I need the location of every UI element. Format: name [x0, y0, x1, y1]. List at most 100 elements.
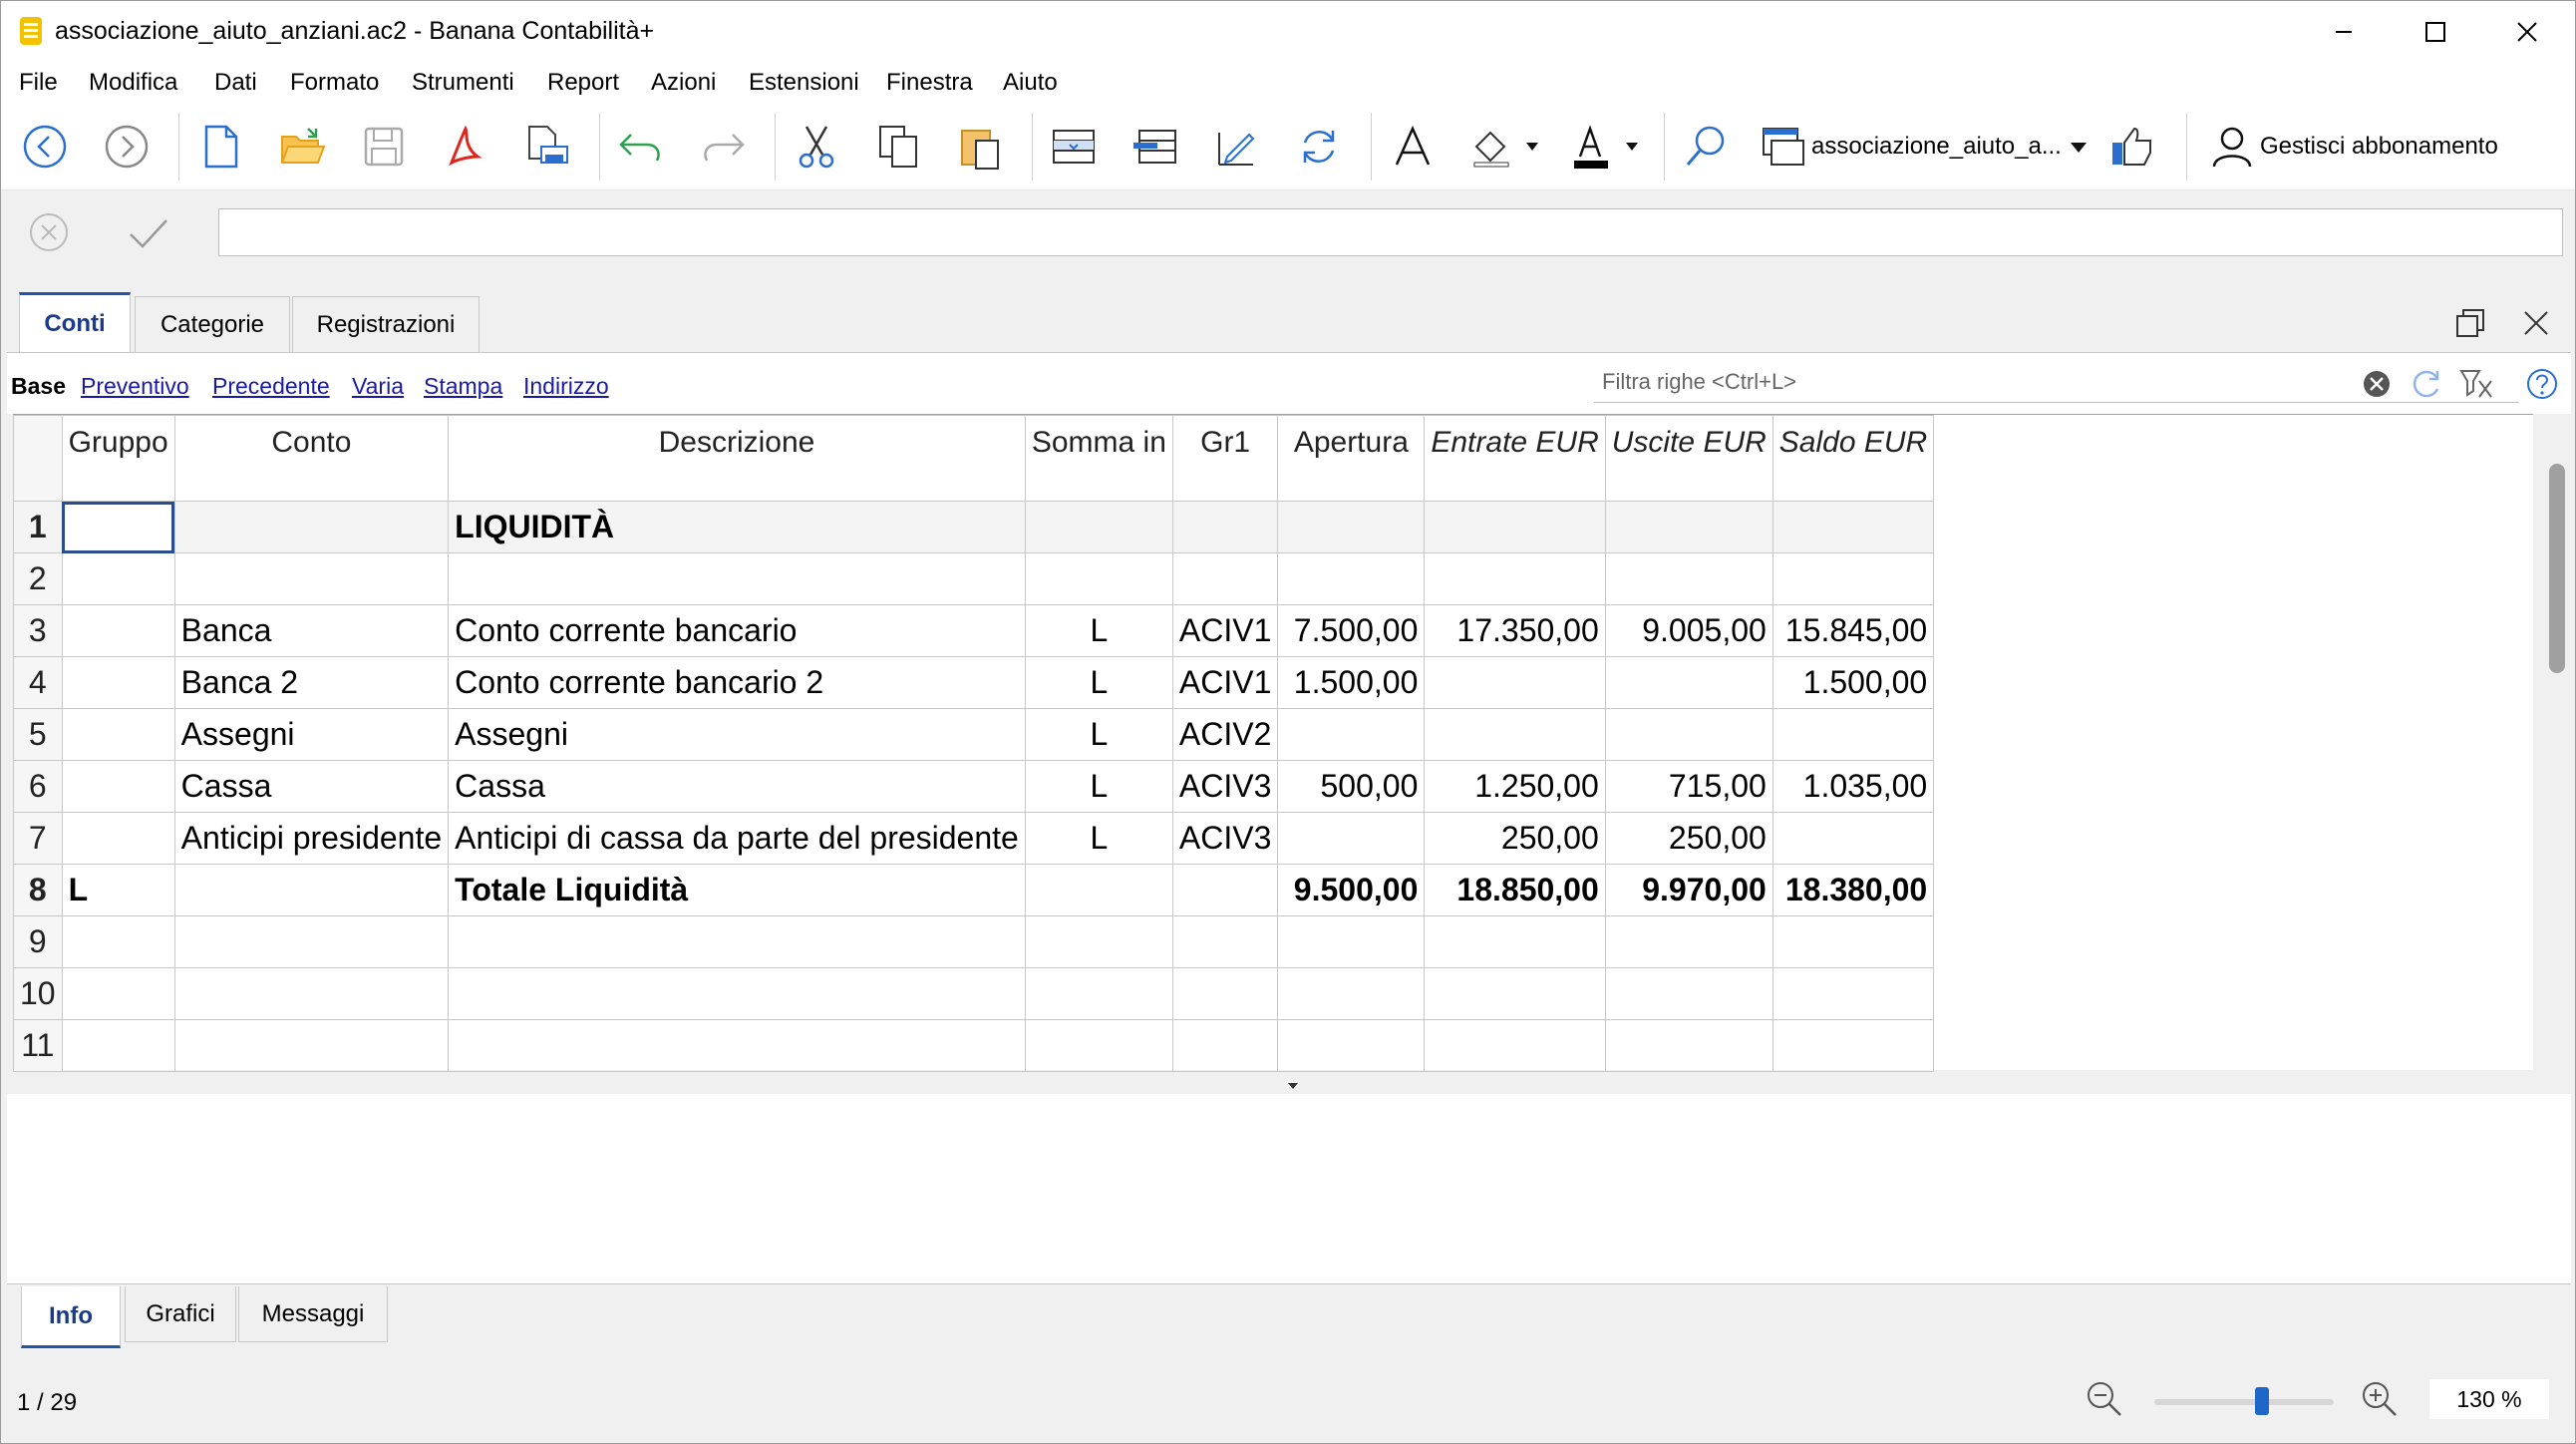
cell-somma-in[interactable]: L — [1024, 708, 1173, 761]
minimize-button[interactable] — [2298, 1, 2390, 63]
table-row[interactable]: 10 — [13, 967, 1935, 1020]
cell-uscite[interactable] — [1604, 656, 1773, 709]
cell-somma-in[interactable]: L — [1024, 812, 1173, 865]
cell-somma-in[interactable]: L — [1024, 760, 1173, 813]
cell-uscite[interactable] — [1604, 708, 1773, 761]
cell-gruppo[interactable] — [61, 708, 175, 761]
view-precedente[interactable]: Precedente — [212, 373, 330, 400]
export-pdf-button[interactable] — [436, 117, 495, 177]
cell-saldo[interactable]: 15.845,00 — [1771, 604, 1935, 657]
cell-saldo[interactable] — [1771, 915, 1935, 968]
cell-apertura[interactable] — [1277, 915, 1426, 968]
cell-uscite[interactable] — [1604, 1019, 1773, 1072]
table-row[interactable]: 8 L Totale Liquidità 9.500,00 18.850,00 9.970… — [13, 864, 1935, 916]
cell-saldo[interactable] — [1771, 1019, 1935, 1072]
cell-uscite[interactable] — [1604, 501, 1773, 553]
cell-uscite[interactable] — [1604, 915, 1773, 968]
splitter-arrow-icon[interactable] — [1287, 1082, 1299, 1090]
cell-saldo[interactable] — [1771, 552, 1935, 605]
cell-descrizione[interactable]: Anticipi di cassa da parte del president… — [448, 812, 1026, 865]
cell-saldo[interactable]: 1.035,00 — [1771, 760, 1935, 813]
menu-report[interactable]: Report — [547, 69, 619, 97]
cell-somma-in[interactable]: L — [1024, 604, 1173, 657]
cell-conto[interactable] — [173, 552, 450, 605]
col-header-saldo[interactable]: Saldo EUR — [1771, 415, 1935, 502]
table-row[interactable]: 5 Assegni Assegni L ACIV2 — [13, 708, 1935, 761]
cell-descrizione[interactable]: Conto corrente bancario 2 — [448, 656, 1026, 709]
refresh-filter-icon[interactable] — [2410, 367, 2443, 401]
cell-entrate[interactable] — [1424, 708, 1606, 761]
col-header-gruppo[interactable]: Gruppo — [61, 415, 175, 502]
tab-conti[interactable]: Conti — [19, 292, 131, 352]
tab-info[interactable]: Info — [21, 1286, 121, 1348]
cell-entrate[interactable]: 1.250,00 — [1424, 760, 1606, 813]
cell-apertura[interactable]: 9.500,00 — [1277, 864, 1426, 916]
cell-somma-in[interactable] — [1024, 967, 1173, 1020]
cell-entrate[interactable] — [1424, 967, 1606, 1020]
cell-entrate[interactable] — [1424, 552, 1606, 605]
row-number[interactable]: 7 — [13, 812, 63, 865]
row-number[interactable]: 1 — [13, 501, 63, 553]
filter-settings-icon[interactable] — [2457, 367, 2495, 401]
menu-formato[interactable]: Formato — [290, 69, 379, 97]
new-file-button[interactable] — [190, 117, 250, 177]
font-button[interactable] — [1383, 117, 1443, 177]
cell-uscite[interactable] — [1604, 552, 1773, 605]
view-stampa[interactable]: Stampa — [424, 373, 502, 400]
cell-gr1[interactable]: ACIV1 — [1171, 656, 1279, 709]
row-number[interactable]: 8 — [13, 864, 63, 916]
cell-somma-in[interactable] — [1024, 915, 1173, 968]
row-number[interactable]: 6 — [13, 760, 63, 813]
clear-filter-icon[interactable] — [2362, 369, 2392, 399]
cell-descrizione[interactable]: Assegni — [448, 708, 1026, 761]
cell-conto[interactable] — [173, 501, 450, 553]
cell-gr1[interactable] — [1171, 915, 1279, 968]
cell-gr1[interactable] — [1171, 967, 1279, 1020]
maximize-button[interactable] — [2390, 1, 2481, 63]
cell-gruppo[interactable] — [61, 812, 175, 865]
cell-edit-input[interactable] — [218, 208, 2563, 256]
document-selector[interactable]: associazione_aiuto_a... — [1756, 117, 2094, 177]
cell-somma-in[interactable] — [1024, 864, 1173, 916]
cell-somma-in[interactable] — [1024, 501, 1173, 553]
cell-gr1[interactable] — [1171, 552, 1279, 605]
open-file-button[interactable] — [272, 117, 332, 177]
print-preview-button[interactable] — [517, 117, 577, 177]
table-row[interactable]: 9 — [13, 915, 1935, 968]
col-header-descrizione[interactable]: Descrizione — [448, 415, 1026, 502]
menu-aiuto[interactable]: Aiuto — [1003, 69, 1058, 97]
col-header-apertura[interactable]: Apertura — [1277, 415, 1426, 502]
zoom-slider-thumb[interactable] — [2255, 1387, 2269, 1415]
cell-entrate[interactable]: 17.350,00 — [1424, 604, 1606, 657]
confirm-edit-icon[interactable] — [125, 210, 172, 254]
cell-gr1[interactable]: ACIV3 — [1171, 812, 1279, 865]
tab-categorie[interactable]: Categorie — [135, 296, 290, 352]
view-varia[interactable]: Varia — [352, 373, 404, 400]
view-preventivo[interactable]: Preventivo — [81, 373, 189, 400]
cell-descrizione[interactable] — [448, 1019, 1026, 1072]
table-row[interactable]: 3 Banca Conto corrente bancario L ACIV1 7.500… — [13, 604, 1935, 657]
cell-apertura[interactable]: 1.500,00 — [1277, 656, 1426, 709]
cell-gruppo[interactable] — [61, 915, 175, 968]
cell-apertura[interactable] — [1277, 552, 1426, 605]
table-row[interactable]: 2 — [13, 552, 1935, 605]
cell-somma-in[interactable] — [1024, 1019, 1173, 1072]
menu-modifica[interactable]: Modifica — [89, 69, 177, 97]
zoom-out-icon[interactable] — [2085, 1379, 2124, 1419]
cell-somma-in[interactable]: L — [1024, 656, 1173, 709]
cell-gruppo[interactable] — [61, 656, 175, 709]
cell-saldo[interactable]: 1.500,00 — [1771, 656, 1935, 709]
save-button[interactable] — [354, 117, 414, 177]
cell-descrizione[interactable]: Cassa — [448, 760, 1026, 813]
cell-gruppo[interactable] — [61, 501, 175, 553]
cell-gr1[interactable] — [1171, 1019, 1279, 1072]
cell-uscite[interactable]: 715,00 — [1604, 760, 1773, 813]
cell-gr1[interactable] — [1171, 501, 1279, 553]
cell-saldo[interactable] — [1771, 501, 1935, 553]
table-row[interactable]: 11 — [13, 1019, 1935, 1072]
cell-uscite[interactable] — [1604, 967, 1773, 1020]
cell-descrizione[interactable] — [448, 915, 1026, 968]
cell-gruppo[interactable] — [61, 1019, 175, 1072]
undo-button[interactable] — [611, 117, 671, 177]
cell-conto[interactable]: Banca — [173, 604, 450, 657]
